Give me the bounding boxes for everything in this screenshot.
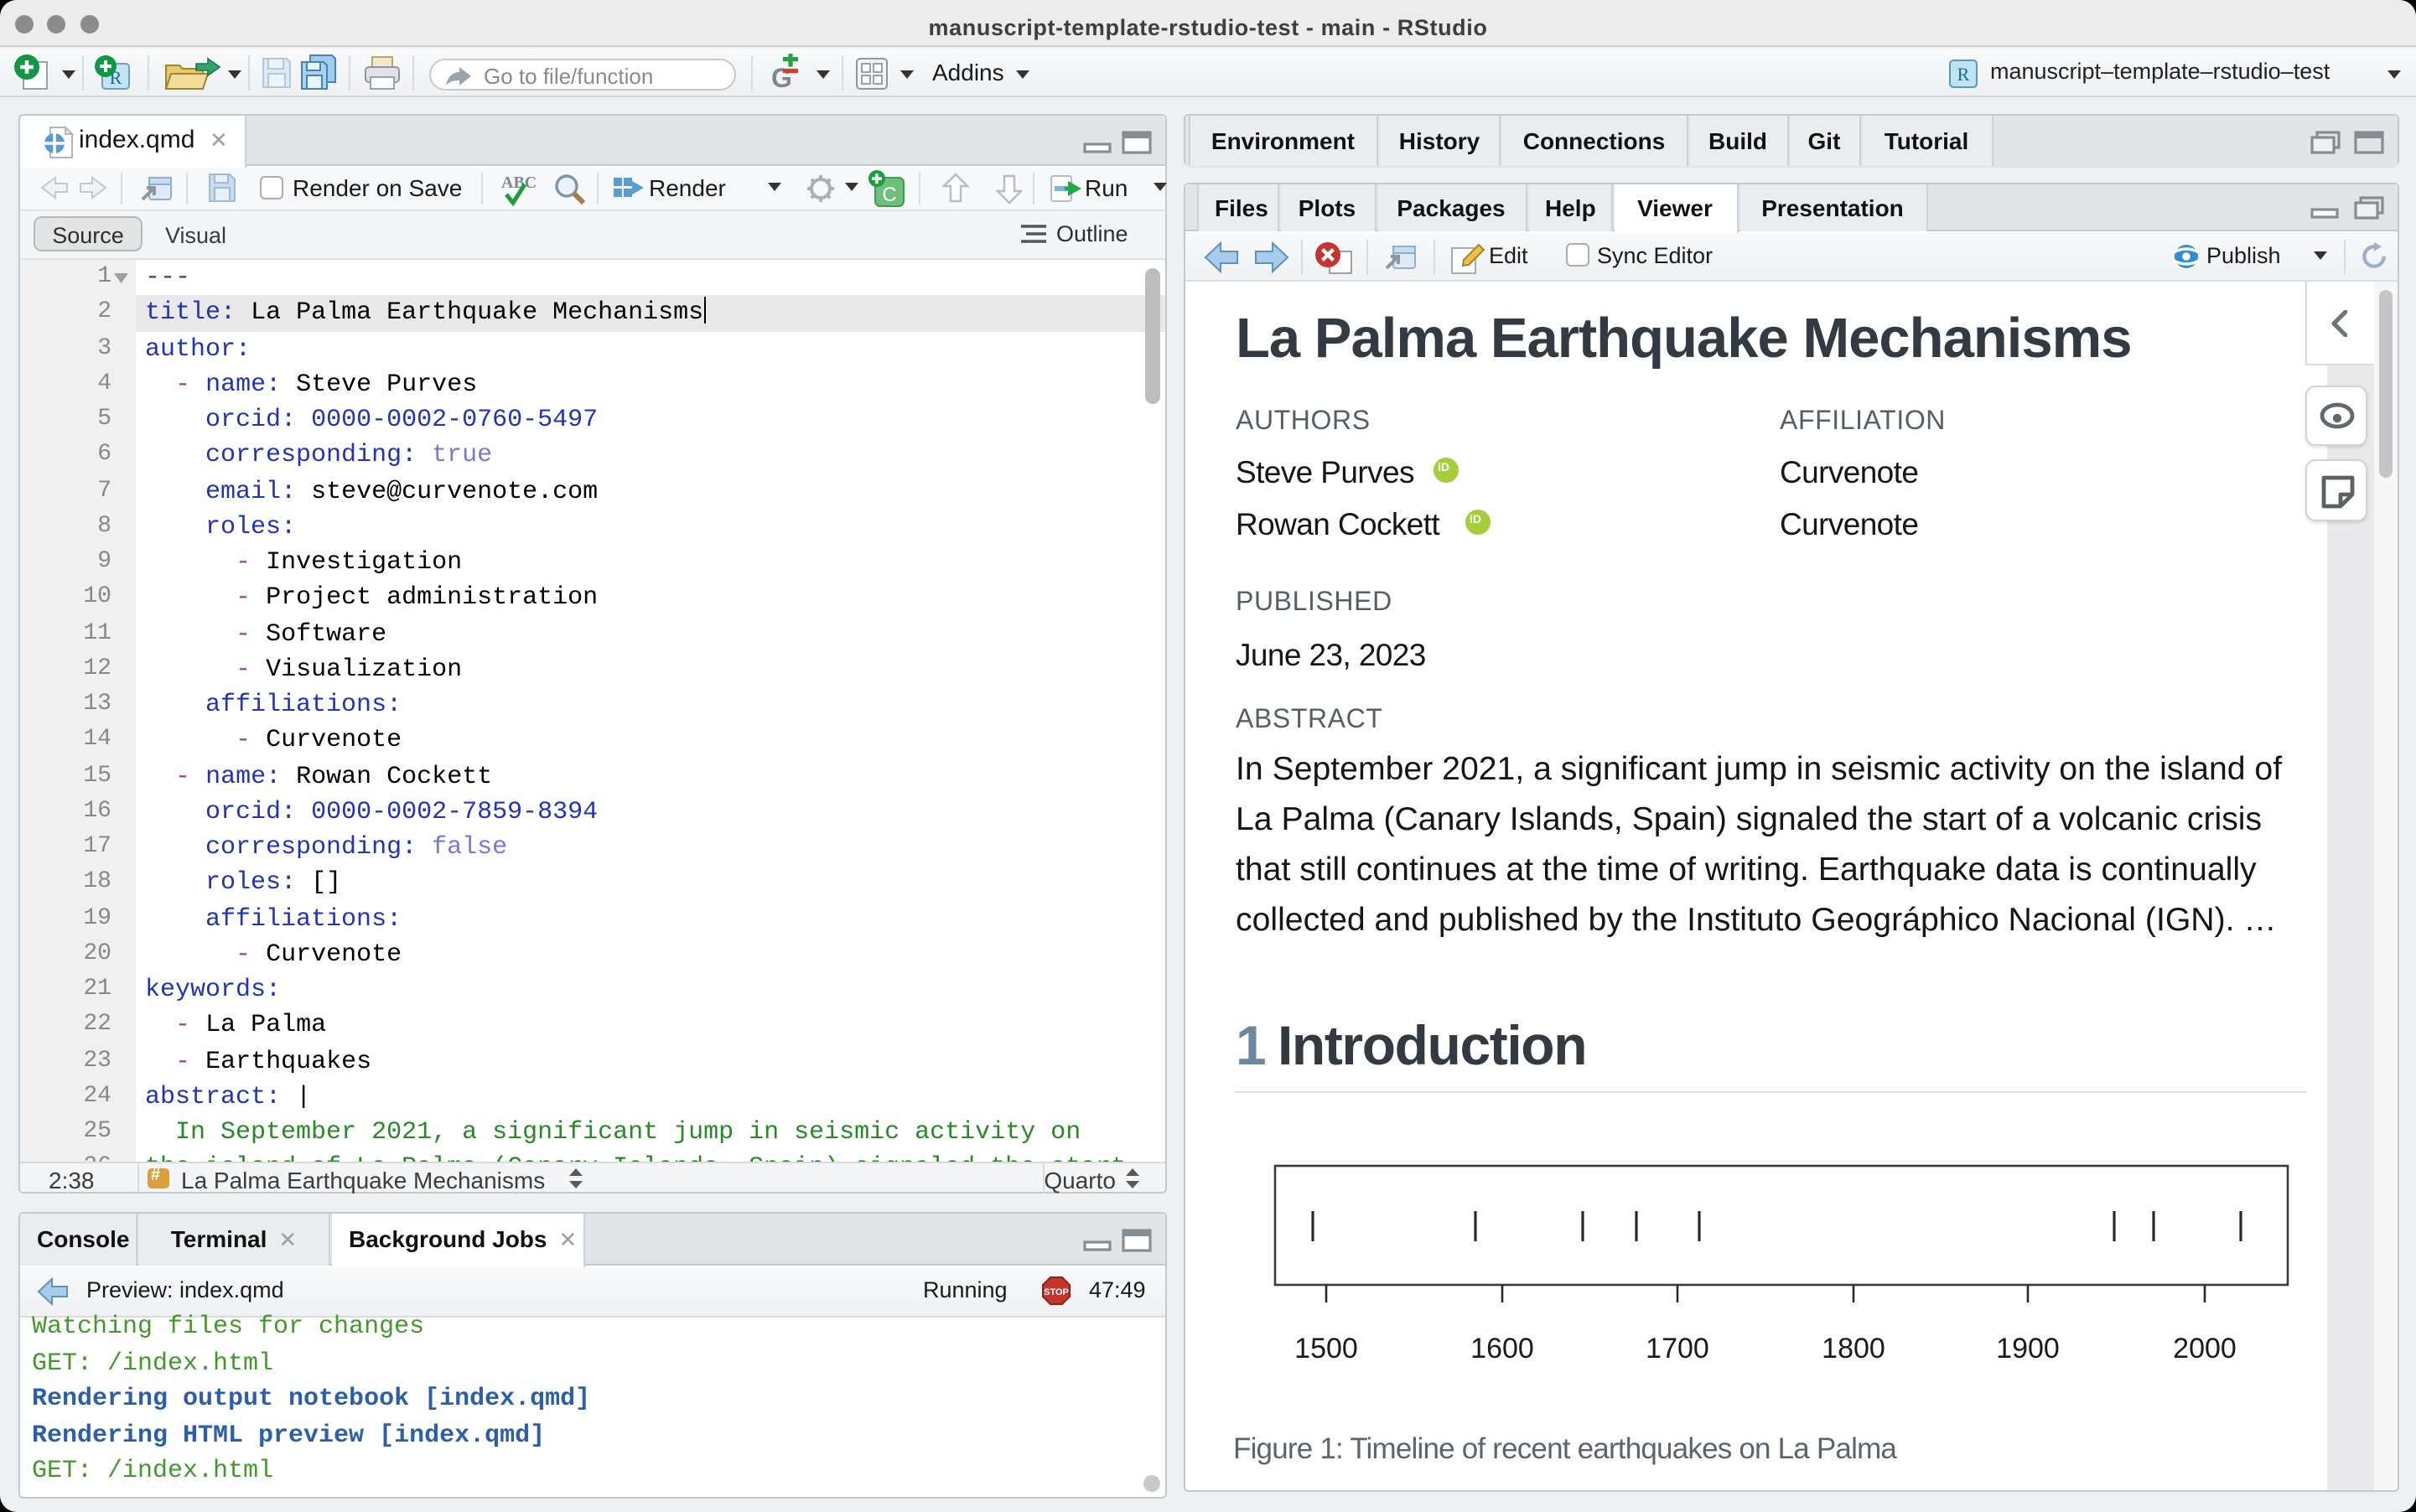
svg-text:1500: 1500 [1294, 1332, 1357, 1364]
svg-text:R: R [1957, 64, 1970, 85]
svg-text:1700: 1700 [1645, 1332, 1708, 1364]
svg-text:2000: 2000 [2172, 1332, 2236, 1364]
svg-text:ABC: ABC [500, 173, 536, 192]
svg-text:STOP: STOP [1043, 1287, 1068, 1297]
svg-text:1800: 1800 [1821, 1332, 1885, 1364]
svg-text:1900: 1900 [1995, 1332, 2059, 1364]
svg-text:C: C [882, 184, 896, 206]
svg-text:G: G [771, 63, 792, 93]
svg-text:1600: 1600 [1470, 1332, 1533, 1364]
